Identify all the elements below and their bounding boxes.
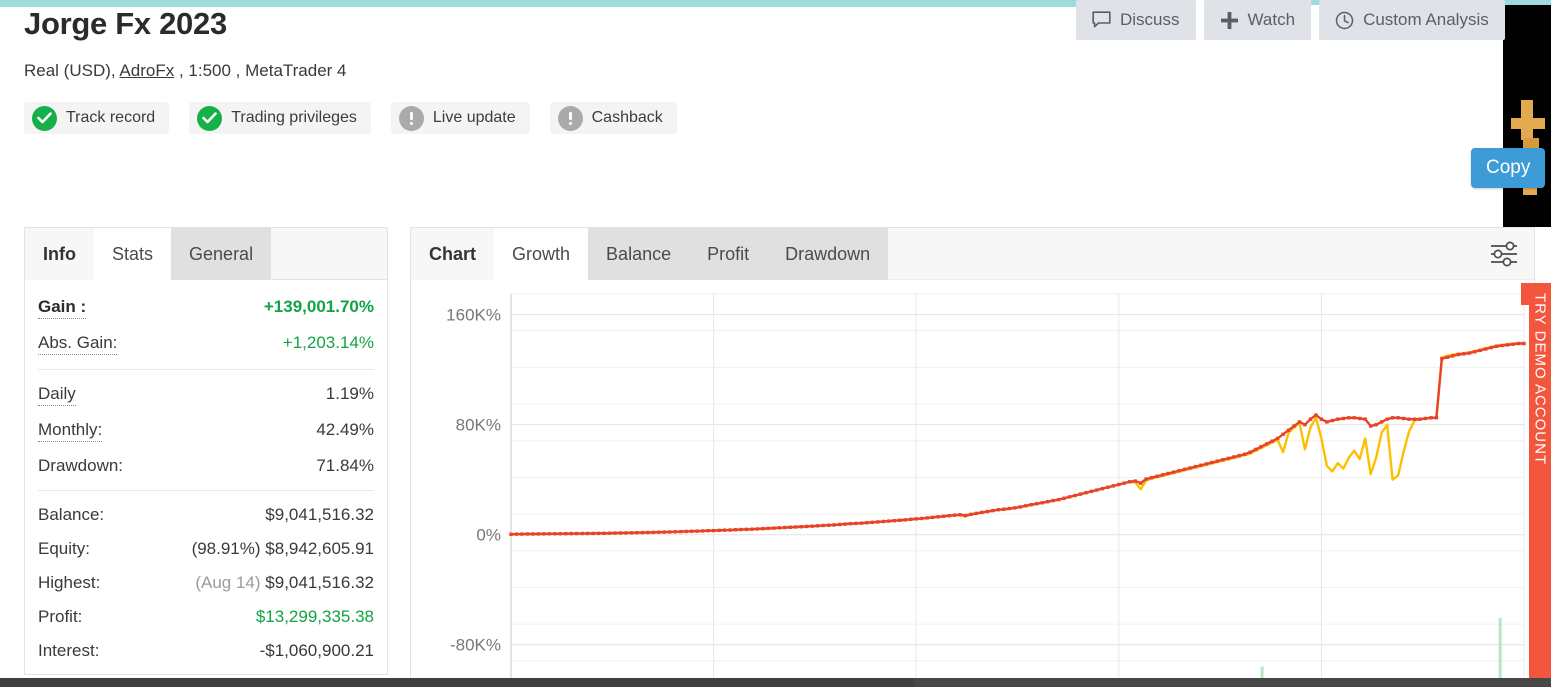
stat-label-highest: Highest: [38,573,100,593]
bottom-scrollbar[interactable] [0,678,1551,687]
check-circle-icon [197,106,222,131]
chart-tab-profit[interactable]: Profit [689,228,767,280]
page-title: Jorge Fx 2023 [24,4,1124,44]
stats-divider-1 [38,369,374,370]
stat-value-abs-gain: +1,203.14% [283,333,374,353]
stat-label-daily[interactable]: Daily [38,384,76,406]
stat-row-interest: Interest: -$1,060,900.21 [38,634,374,668]
badge-list: Track record Trading privileges Live upd… [24,102,1124,134]
account-subtitle: Real (USD), AdroFx , 1:500 , MetaTrader … [24,60,1124,82]
stat-prefix-equity: (98.91%) [192,539,261,558]
stats-card: Info Stats General Gain : +139,001.70% A… [24,227,388,675]
bottom-scrollbar-thumb[interactable] [914,678,1551,687]
account-header: Jorge Fx 2023 Real (USD), AdroFx , 1:500… [24,4,1124,134]
stat-row-equity: Equity: (98.91%) $8,942,605.91 [38,532,374,566]
header-actions: Discuss Watch Custom Analysis [1076,0,1551,40]
profit-bar [1499,618,1502,678]
stat-row-highest: Highest: (Aug 14) $9,041,516.32 [38,566,374,600]
exclamation-circle-icon [399,106,424,131]
chart-card: Chart Growth Balance Profit Drawdown 160… [410,227,1535,687]
stat-value-monthly: 42.49% [316,420,374,440]
y-axis-tick-label: -80K% [450,636,501,655]
stat-value-equity: $8,942,605.91 [265,539,374,558]
sliders-icon[interactable] [1488,239,1520,269]
stat-row-daily: Daily 1.19% [38,377,374,413]
growth-chart-svg: 160K% 80K% 0% -80K% [411,280,1534,686]
stat-label-abs-gain[interactable]: Abs. Gain: [38,333,117,355]
stat-value-gain: +139,001.70% [264,297,374,317]
comment-icon [1092,11,1111,29]
stat-label-drawdown: Drawdown: [38,456,123,476]
stats-tabs: Info Stats General [25,228,387,280]
discuss-button[interactable]: Discuss [1076,0,1196,40]
chart-tabs: Chart Growth Balance Profit Drawdown [411,228,1534,280]
custom-analysis-button[interactable]: Custom Analysis [1319,0,1505,40]
chart-tab-drawdown[interactable]: Drawdown [767,228,888,280]
side-promo-tab-label: TRY DEMO ACCOUNT [1532,293,1549,465]
stats-divider-2 [38,490,374,491]
side-promo-tab[interactable]: TRY DEMO ACCOUNT [1529,283,1551,678]
badge-cashback[interactable]: Cashback [550,102,677,134]
chart-tab-chart[interactable]: Chart [411,228,494,280]
stat-value-interest: -$1,060,900.21 [260,641,374,661]
stat-value-profit: $13,299,335.38 [256,607,374,627]
stat-row-drawdown: Drawdown: 71.84% [38,449,374,483]
chart-tab-growth[interactable]: Growth [494,228,588,280]
stats-tab-stats[interactable]: Stats [94,228,171,280]
custom-analysis-label: Custom Analysis [1363,10,1489,30]
y-axis-tick-label: 160K% [446,306,501,325]
watch-label: Watch [1248,10,1296,30]
stat-row-monthly: Monthly: 42.49% [38,413,374,449]
stat-label-gain[interactable]: Gain : [38,297,86,319]
badge-label: Cashback [592,109,663,127]
stat-value-daily: 1.19% [326,384,374,404]
stat-value-drawdown: 71.84% [316,456,374,476]
stat-label-profit: Profit: [38,607,82,627]
stat-value-highest: $9,041,516.32 [265,573,374,592]
badge-label: Track record [66,109,155,127]
stat-row-balance: Balance: $9,041,516.32 [38,498,374,532]
exclamation-circle-icon [558,106,583,131]
stat-label-monthly[interactable]: Monthly: [38,420,102,442]
stats-tab-info[interactable]: Info [25,228,94,280]
stat-value-balance: $9,041,516.32 [265,505,374,525]
badge-label: Live update [433,109,516,127]
stats-tab-general[interactable]: General [171,228,271,280]
clock-icon [1335,11,1354,30]
stat-label-equity: Equity: [38,539,90,559]
plus-icon [1220,11,1239,30]
watch-button[interactable]: Watch [1204,0,1312,40]
stat-row-abs-gain: Abs. Gain: +1,203.14% [38,326,374,362]
stat-row-profit: Profit: $13,299,335.38 [38,600,374,634]
stat-value-highest-wrap: (Aug 14) $9,041,516.32 [195,573,374,593]
chart-tab-balance[interactable]: Balance [588,228,689,280]
growth-chart[interactable]: 160K% 80K% 0% -80K% [411,280,1534,686]
y-axis-tick-label: 0% [476,526,501,545]
badge-label: Trading privileges [231,109,357,127]
discuss-label: Discuss [1120,10,1180,30]
copy-button[interactable]: Copy [1471,148,1545,188]
stat-label-balance: Balance: [38,505,104,525]
badge-track-record[interactable]: Track record [24,102,169,134]
badge-trading-privileges[interactable]: Trading privileges [189,102,371,134]
badge-live-update[interactable]: Live update [391,102,530,134]
stat-prefix-highest: (Aug 14) [195,573,260,592]
account-type: Real (USD), [24,61,119,80]
stat-value-equity-wrap: (98.91%) $8,942,605.91 [192,539,374,559]
broker-link[interactable]: AdroFx [119,61,174,80]
y-axis-tick-label: 80K% [456,416,501,435]
profit-bar [1261,667,1264,678]
check-circle-icon [32,106,57,131]
stats-body: Gain : +139,001.70% Abs. Gain: +1,203.14… [25,280,387,668]
stat-label-interest: Interest: [38,641,99,661]
account-leverage-platform: , 1:500 , MetaTrader 4 [174,61,346,80]
stat-row-gain: Gain : +139,001.70% [38,290,374,326]
